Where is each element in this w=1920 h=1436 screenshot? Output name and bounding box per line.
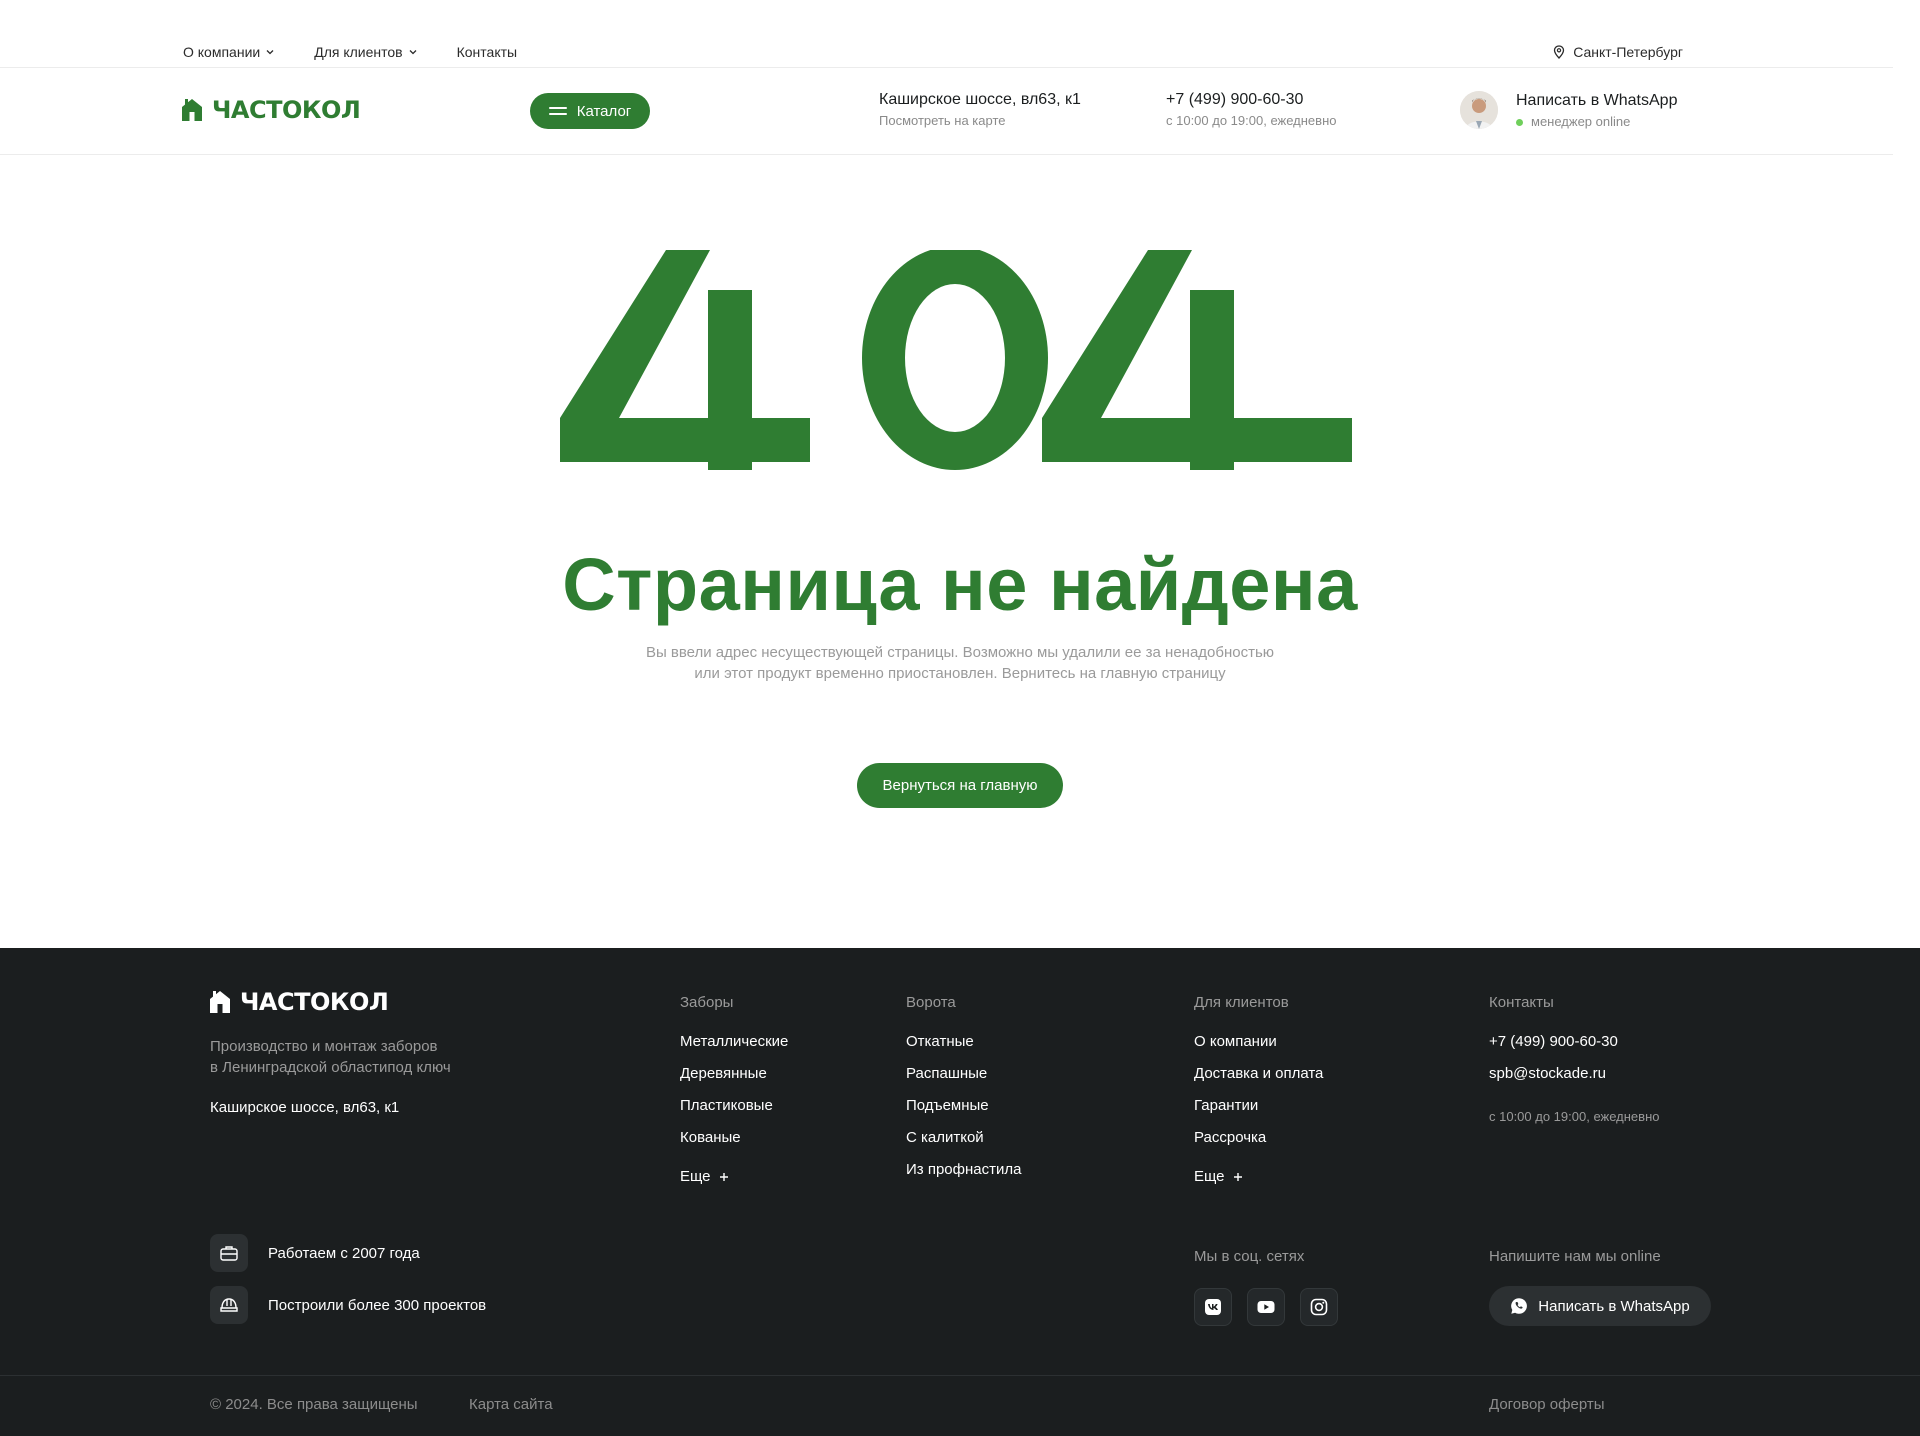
footer-tagline-line: Производство и монтаж заборов (210, 1038, 438, 1055)
footer-more-label: Еще (1194, 1168, 1225, 1185)
footer-whatsapp-button[interactable]: Написать в WhatsApp (1489, 1286, 1711, 1326)
footer-link[interactable]: Доставка и оплата (1194, 1065, 1323, 1097)
footer-link[interactable]: Подъемные (906, 1097, 1021, 1129)
menu-icon (548, 106, 567, 116)
footer-more-button[interactable]: Еще (1194, 1161, 1323, 1193)
copyright: © 2024. Все права защищены (210, 1396, 418, 1413)
footer-logo[interactable]: ЧАСТОКОЛ (210, 988, 389, 1016)
footer-col-clients: Для клиентов О компании Доставка и оплат… (1194, 994, 1323, 1193)
footer-link[interactable]: Распашные (906, 1065, 1021, 1097)
city-label: Санкт-Петербург (1573, 44, 1683, 60)
top-nav-label: Контакты (456, 44, 518, 60)
error-code-graphic (560, 250, 1352, 470)
error-description: Вы ввели адрес несуществующей страницы. … (0, 642, 1920, 684)
whatsapp-label: Написать в WhatsApp (1516, 91, 1678, 109)
logo[interactable]: ЧАСТОКОЛ (182, 96, 361, 124)
plus-icon (1233, 1173, 1242, 1181)
footer-link[interactable]: О компании (1194, 1033, 1323, 1065)
footer-col-contacts: Контакты +7 (499) 900-60-30 spb@stockade… (1489, 994, 1659, 1124)
top-nav: О компании Для клиентов Контакты (183, 44, 517, 60)
footer-link[interactable]: Рассрочка (1194, 1129, 1323, 1161)
manager-avatar (1460, 91, 1498, 129)
chevron-down-icon (266, 50, 274, 55)
address-text: Каширское шоссе, вл63, к1 (879, 91, 1081, 108)
footer-col-gates: Ворота Откатные Распашные Подъемные С ка… (906, 994, 1021, 1193)
footer-link[interactable]: Кованые (680, 1129, 788, 1161)
footer-link[interactable]: Пластиковые (680, 1097, 788, 1129)
site-header: ЧАСТОКОЛ Каталог Каширское шоссе, вл63, … (0, 69, 1893, 155)
logo-text: ЧАСТОКОЛ (240, 988, 389, 1016)
footer-more-button[interactable]: Еще (680, 1161, 788, 1193)
footer-more-label: Еще (680, 1168, 711, 1185)
vk-icon[interactable] (1194, 1288, 1232, 1326)
logo-house-icon (210, 991, 230, 1013)
header-phone[interactable]: +7 (499) 900-60-30 с 10:00 до 19:00, еже… (1166, 91, 1336, 128)
footer-tagline: Производство и монтаж заборов в Ленингра… (210, 1036, 451, 1078)
sitemap-link[interactable]: Карта сайта (469, 1396, 553, 1413)
footer-link[interactable]: С калиткой (906, 1129, 1021, 1161)
footer-link[interactable]: Откатные (906, 1033, 1021, 1065)
footer-email[interactable]: spb@stockade.ru (1489, 1065, 1659, 1097)
location-pin-icon (1554, 45, 1565, 59)
footer-link[interactable]: Металлические (680, 1033, 788, 1065)
manager-status-text: менеджер online (1531, 113, 1631, 129)
badge-text: Работаем с 2007 года (268, 1244, 420, 1262)
youtube-icon[interactable] (1247, 1288, 1285, 1326)
chevron-down-icon (409, 50, 417, 55)
footer-col-heading: Для клиентов (1194, 994, 1289, 1011)
page-title: Страница не найдена (562, 543, 1358, 626)
online-dot-icon (1516, 118, 1523, 126)
error-description-line: или этот продукт временно приостановлен.… (694, 665, 1226, 682)
footer-divider (0, 1375, 1920, 1376)
badge-text: Построили более 300 проектов (268, 1296, 487, 1314)
footer-tagline-line: в Ленинградской областипод ключ (210, 1059, 451, 1076)
manager-status: менеджер online (1516, 114, 1677, 129)
header-address[interactable]: Каширское шоссе, вл63, к1 Посмотреть на … (879, 91, 1081, 128)
top-nav-label: О компании (183, 44, 261, 60)
badge-projects: Построили более 300 проектов (210, 1286, 486, 1324)
footer-address: Каширское шоссе, вл63, к1 (210, 1099, 400, 1116)
online-heading: Напишите нам мы online (1489, 1248, 1661, 1265)
social-heading: Мы в соц. сетях (1194, 1248, 1305, 1265)
footer-col-heading: Ворота (906, 994, 956, 1011)
top-nav-item-contacts[interactable]: Контакты (457, 44, 517, 60)
footer-link[interactable]: Деревянные (680, 1065, 788, 1097)
footer-whatsapp-label: Написать в WhatsApp (1538, 1297, 1690, 1315)
work-hours: с 10:00 до 19:00, ежедневно (1166, 113, 1337, 128)
helmet-icon (210, 1286, 248, 1324)
footer-link[interactable]: Гарантии (1194, 1097, 1323, 1129)
footer-col-heading: Заборы (680, 994, 734, 1011)
footer-col-fences: Заборы Металлические Деревянные Пластико… (680, 994, 788, 1193)
logo-house-icon (182, 99, 202, 121)
footer-hours: с 10:00 до 19:00, ежедневно (1489, 1109, 1660, 1124)
catalog-button[interactable]: Каталог (530, 93, 650, 129)
error-description-line: Вы ввели адрес несуществующей страницы. … (645, 644, 1275, 661)
badge-since-2007: Работаем с 2007 года (210, 1234, 420, 1272)
back-home-button[interactable]: Вернуться на главную (857, 763, 1063, 808)
footer-phone[interactable]: +7 (499) 900-60-30 (1489, 1033, 1659, 1065)
top-nav-item-about[interactable]: О компании (183, 44, 274, 60)
site-footer: ЧАСТОКОЛ Производство и монтаж заборов в… (0, 948, 1920, 1436)
plus-icon (719, 1173, 728, 1181)
catalog-label: Каталог (576, 102, 632, 120)
top-nav-label: Для клиентов (314, 44, 403, 60)
top-bar: О компании Для клиентов Контакты Санкт-П… (0, 0, 1893, 68)
footer-link[interactable]: Из профнастила (906, 1161, 1021, 1193)
error-code: 404 (0, 250, 1920, 470)
phone-number[interactable]: +7 (499) 900-60-30 (1166, 91, 1336, 109)
top-nav-item-clients[interactable]: Для клиентов (314, 44, 417, 60)
footer-col-heading: Контакты (1489, 994, 1554, 1011)
map-link[interactable]: Посмотреть на карте (879, 113, 1081, 128)
whatsapp-icon (1511, 1298, 1528, 1314)
city-selector[interactable]: Санкт-Петербург (1553, 44, 1683, 60)
instagram-icon[interactable] (1300, 1288, 1338, 1326)
briefcase-icon (210, 1234, 248, 1272)
offer-link[interactable]: Договор оферты (1489, 1396, 1605, 1413)
whatsapp-contact[interactable]: Написать в WhatsApp менеджер online (1460, 91, 1677, 129)
logo-text: ЧАСТОКОЛ (212, 96, 361, 124)
social-links (1194, 1288, 1338, 1326)
